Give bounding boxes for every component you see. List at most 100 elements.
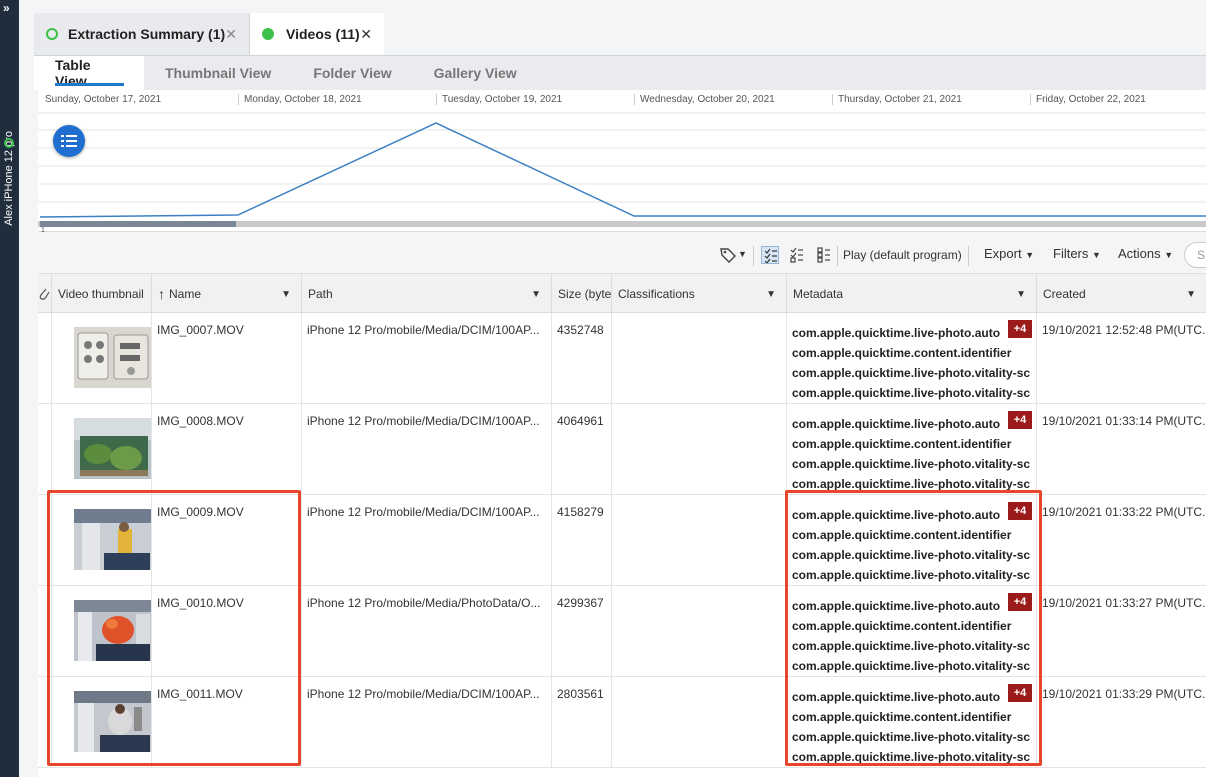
metadata-cell: com.apple.quicktime.live-photo.auto com.… — [787, 313, 1037, 404]
path-cell: iPhone 12 Pro/mobile/Media/DCIM/100AP... — [302, 404, 552, 495]
tab-table-view[interactable]: Table View — [34, 56, 144, 90]
classifications-cell — [612, 495, 787, 586]
column-header-path[interactable]: Path ▼ — [302, 274, 552, 314]
timeline-date: Sunday, October 17, 2021 — [45, 94, 162, 105]
thumbnail-cell — [52, 404, 152, 495]
tab-label: Extraction Summary (1) — [68, 26, 226, 42]
metadata-entry: com.apple.quicktime.live-photo.vitality-… — [792, 386, 1031, 400]
file-name: IMG_0007.MOV — [157, 323, 244, 337]
document-tabs: Extraction Summary (1) ✕ Videos (11) ✕ — [34, 13, 384, 55]
chevron-down-icon[interactable]: ▼ — [531, 289, 541, 300]
metadata-entry: com.apple.quicktime.content.identifier — [792, 437, 1012, 451]
timeline-panel[interactable]: Sunday, October 17, 2021 Monday, October… — [38, 90, 1206, 232]
timeline-axis-label: 1 — [41, 227, 45, 232]
column-header-classifications[interactable]: Classifications ▼ — [612, 274, 787, 314]
column-header-name[interactable]: ↑ Name ▼ — [152, 274, 302, 314]
tab-label: Videos (11) — [286, 26, 360, 42]
chevron-down-icon[interactable]: ▼ — [1186, 289, 1196, 300]
unchecked-list-icon[interactable] — [815, 246, 833, 264]
checklist-icon[interactable] — [761, 246, 779, 264]
metadata-count-badge[interactable]: +4 — [1008, 411, 1032, 429]
name-cell: IMG_0008.MOV — [152, 404, 302, 495]
close-icon[interactable]: ✕ — [225, 26, 237, 43]
path-cell: iPhone 12 Pro/mobile/Media/DCIM/100AP... — [302, 495, 552, 586]
column-header-size[interactable]: Size (byte — [552, 274, 612, 314]
filters-button[interactable]: Filters ▼ — [1053, 246, 1101, 261]
metadata-entry: com.apple.quicktime.content.identifier — [792, 346, 1012, 360]
metadata-cell: com.apple.quicktime.live-photo.auto com.… — [787, 404, 1037, 495]
column-header-thumbnail[interactable]: Video thumbnail — [52, 274, 152, 314]
tab-videos[interactable]: Videos (11) ✕ — [250, 13, 384, 55]
tab-gallery-view[interactable]: Gallery View — [413, 56, 538, 90]
metadata-entry: com.apple.quicktime.live-photo.auto — [792, 326, 1001, 340]
highlight-box-thumbnails — [47, 490, 301, 766]
table-row[interactable]: IMG_0008.MOV iPhone 12 Pro/mobile/Media/… — [38, 404, 1206, 495]
file-size: 2803561 — [557, 687, 604, 701]
tab-extraction-summary[interactable]: Extraction Summary (1) ✕ — [34, 13, 250, 55]
size-cell: 4158279 — [552, 495, 612, 586]
list-toggle-button[interactable] — [53, 125, 85, 157]
chevron-down-icon[interactable]: ▼ — [1016, 289, 1026, 300]
name-cell: IMG_0007.MOV — [152, 313, 302, 404]
size-cell: 4299367 — [552, 586, 612, 677]
classifications-cell — [612, 677, 787, 768]
attachment-cell — [38, 313, 52, 404]
created-timestamp: 19/10/2021 01:33:27 PM(UTC... — [1042, 596, 1206, 610]
export-label: Export — [984, 246, 1022, 261]
video-thumbnail[interactable] — [74, 327, 152, 388]
size-cell: 2803561 — [552, 677, 612, 768]
view-tabs: Table View Thumbnail View Folder View Ga… — [34, 56, 1206, 90]
actions-button[interactable]: Actions ▼ — [1118, 246, 1173, 261]
size-cell: 4352748 — [552, 313, 612, 404]
table-row[interactable]: IMG_0007.MOV iPhone 12 Pro/mobile/Media/… — [38, 313, 1206, 404]
path-cell: iPhone 12 Pro/mobile/Media/PhotoData/O..… — [302, 586, 552, 677]
tag-icon[interactable] — [719, 246, 737, 264]
column-header-created-label: Created — [1043, 287, 1086, 301]
timeline-date: Monday, October 18, 2021 — [238, 94, 362, 105]
chevron-down-icon[interactable]: ▼ — [766, 289, 776, 300]
timeline-date: Friday, October 22, 2021 — [1030, 94, 1146, 105]
chevron-down-icon: ▼ — [1092, 250, 1101, 260]
created-cell: 19/10/2021 01:33:22 PM(UTC... — [1037, 495, 1206, 586]
created-timestamp: 19/10/2021 01:33:29 PM(UTC... — [1042, 687, 1206, 701]
attachment-column-header[interactable] — [38, 274, 52, 314]
column-header-classifications-label: Classifications — [618, 287, 695, 301]
actions-label: Actions — [1118, 246, 1161, 261]
timeline-date: Thursday, October 21, 2021 — [832, 94, 962, 105]
divider — [837, 246, 838, 266]
close-icon[interactable]: ✕ — [360, 26, 372, 43]
metadata-count-badge[interactable]: +4 — [1008, 320, 1032, 338]
video-thumbnail[interactable] — [74, 418, 152, 479]
tab-thumbnail-view[interactable]: Thumbnail View — [144, 56, 292, 90]
size-cell: 4064961 — [552, 404, 612, 495]
metadata-entry: com.apple.quicktime.live-photo.vitality-… — [792, 457, 1031, 471]
created-cell: 19/10/2021 01:33:29 PM(UTC... — [1037, 677, 1206, 768]
path-cell: iPhone 12 Pro/mobile/Media/DCIM/100AP... — [302, 677, 552, 768]
play-default-program-button[interactable]: Play (default program) — [843, 248, 962, 262]
metadata-entry: com.apple.quicktime.live-photo.vitality-… — [792, 366, 1031, 380]
export-button[interactable]: Export ▼ — [984, 246, 1034, 261]
status-dot-icon — [262, 28, 274, 40]
chevron-down-icon[interactable]: ▼ — [281, 289, 291, 300]
created-timestamp: 19/10/2021 01:33:14 PM(UTC... — [1042, 414, 1206, 428]
search-input[interactable]: S — [1184, 242, 1206, 268]
column-header-metadata-label: Metadata — [793, 287, 844, 301]
metadata-list: com.apple.quicktime.live-photo.auto com.… — [792, 414, 1032, 494]
expand-icon[interactable]: » — [3, 2, 10, 14]
timeline-line — [39, 122, 1206, 218]
device-sidebar: » Alex iPHone 12 pro — [0, 0, 19, 777]
file-path: iPhone 12 Pro/mobile/Media/DCIM/100AP... — [307, 323, 540, 337]
file-size: 4299367 — [557, 596, 604, 610]
tab-folder-view[interactable]: Folder View — [292, 56, 412, 90]
thumbnail-cell — [52, 313, 152, 404]
checklist-partial-icon[interactable] — [788, 246, 806, 264]
timeline-date: Wednesday, October 20, 2021 — [634, 94, 775, 105]
metadata-list: com.apple.quicktime.live-photo.auto com.… — [792, 323, 1032, 403]
column-header-created[interactable]: Created ▼ — [1037, 274, 1206, 314]
device-status-icon — [4, 138, 14, 148]
timeline-dates: Sunday, October 17, 2021 Monday, October… — [38, 90, 1206, 110]
file-size: 4352748 — [557, 323, 604, 337]
column-header-metadata[interactable]: Metadata ▼ — [787, 274, 1037, 314]
chevron-down-icon[interactable]: ▼ — [738, 249, 747, 259]
table-toolbar: ▼ Play (default program) Export ▼ Filter… — [38, 240, 1206, 272]
